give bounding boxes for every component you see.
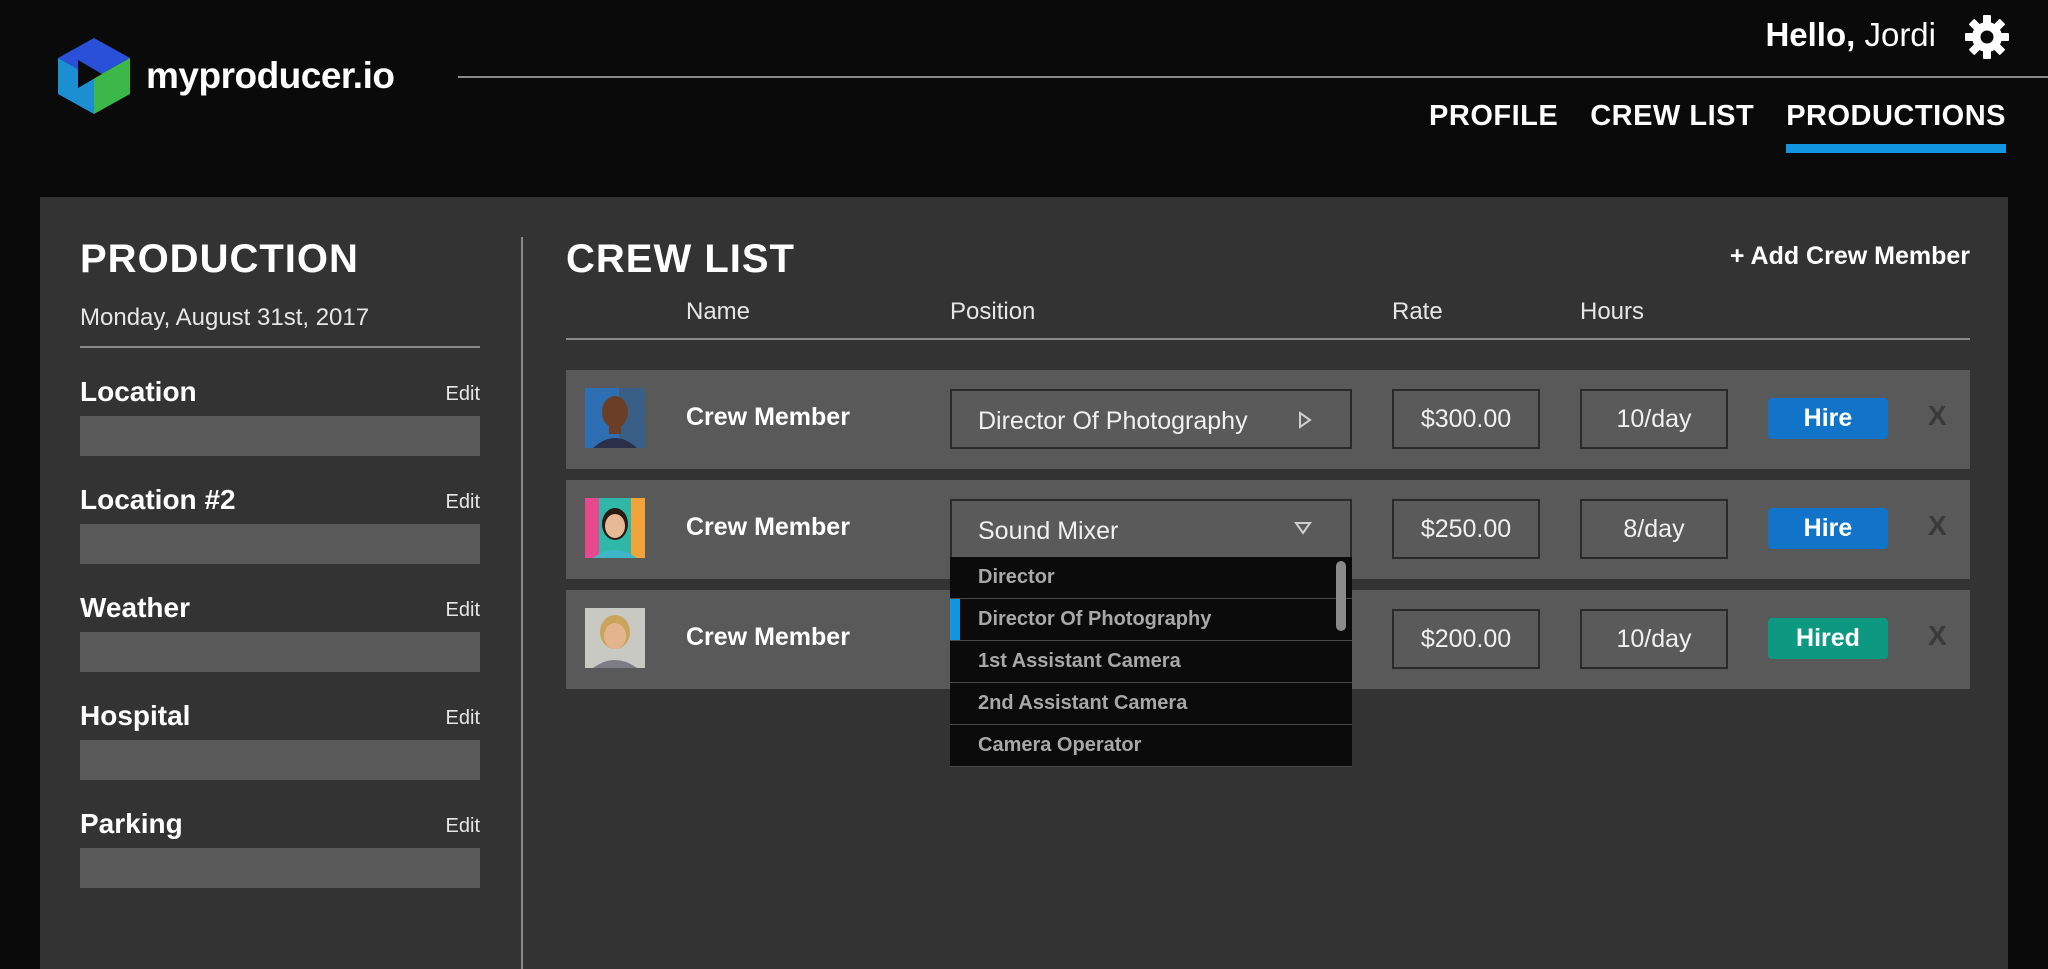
nav-crew-list[interactable]: CREW LIST (1590, 100, 1754, 143)
remove-button[interactable]: X (1928, 620, 1947, 652)
edit-location-button[interactable]: Edit (446, 383, 480, 406)
edit-location-2-button[interactable]: Edit (446, 491, 480, 514)
field-label: Location #2 (80, 484, 236, 515)
avatar (585, 608, 645, 668)
avatar (585, 388, 645, 448)
crew-member-name: Crew Member (686, 403, 850, 431)
field-weather: Weather Edit (80, 592, 480, 672)
crew-member-name: Crew Member (686, 623, 850, 651)
crew-member-name: Crew Member (686, 513, 850, 541)
production-title: PRODUCTION (80, 237, 359, 281)
hours-input[interactable]: 10/day (1580, 389, 1728, 449)
greeting-hello: Hello, (1765, 16, 1856, 53)
edit-hospital-button[interactable]: Edit (446, 707, 480, 730)
field-hospital: Hospital Edit (80, 700, 480, 780)
hire-button[interactable]: Hire (1768, 398, 1888, 439)
logo[interactable]: myproducer.io (58, 38, 395, 114)
col-name: Name (686, 298, 751, 325)
col-hours: Hours (1580, 298, 1645, 325)
dropdown-option-director[interactable]: Director (950, 557, 1352, 599)
crew-table-header: Name Position Rate Hours (566, 298, 1970, 334)
dropdown-option-1st-assistant-camera[interactable]: 1st Assistant Camera (950, 641, 1352, 683)
nav-profile[interactable]: PROFILE (1429, 100, 1558, 143)
dropdown-option-2nd-assistant-camera[interactable]: 2nd Assistant Camera (950, 683, 1352, 725)
hours-input[interactable]: 8/day (1580, 499, 1728, 559)
gear-icon[interactable] (1964, 14, 2010, 60)
content-panel: PRODUCTION Monday, August 31st, 2017 Loc… (40, 197, 2008, 969)
field-location: Location Edit (80, 376, 480, 456)
parking-input[interactable] (80, 848, 480, 888)
location-2-input[interactable] (80, 524, 480, 564)
field-location-2: Location #2 Edit (80, 484, 480, 564)
remove-button[interactable]: X (1928, 510, 1947, 542)
header-divider (458, 76, 2048, 78)
remove-button[interactable]: X (1928, 400, 1947, 432)
user-greeting: Hello, Jordi (1765, 16, 1936, 54)
edit-parking-button[interactable]: Edit (446, 815, 480, 838)
dropdown-scrollbar[interactable] (1336, 561, 1346, 631)
position-dropdown: Director Director Of Photography 1st Ass… (950, 557, 1352, 767)
add-crew-member-button[interactable]: + Add Crew Member (1730, 242, 1970, 271)
weather-input[interactable] (80, 632, 480, 672)
rate-input[interactable]: $200.00 (1392, 609, 1540, 669)
table-row: Crew Member Director Of Photography $300… (566, 370, 1970, 469)
field-label: Location (80, 376, 197, 407)
avatar (585, 498, 645, 558)
field-label: Weather (80, 592, 190, 623)
dropdown-option-director-of-photography[interactable]: Director Of Photography (950, 599, 1352, 641)
hire-button[interactable]: Hire (1768, 508, 1888, 549)
sidebar-divider (80, 346, 480, 348)
rate-input[interactable]: $300.00 (1392, 389, 1540, 449)
position-value: Director Of Photography (978, 407, 1248, 435)
caret-right-icon (1299, 411, 1312, 429)
logo-text: myproducer.io (146, 55, 395, 96)
field-label: Parking (80, 808, 183, 839)
col-rate: Rate (1392, 298, 1443, 325)
logo-cube-icon (58, 38, 130, 114)
production-date: Monday, August 31st, 2017 (80, 304, 370, 331)
production-sidebar: PRODUCTION Monday, August 31st, 2017 Loc… (80, 237, 480, 888)
greeting-username: Jordi (1864, 16, 1936, 53)
location-input[interactable] (80, 416, 480, 456)
field-parking: Parking Edit (80, 808, 480, 888)
hired-button[interactable]: Hired (1768, 618, 1888, 659)
hospital-input[interactable] (80, 740, 480, 780)
hours-input[interactable]: 10/day (1580, 609, 1728, 669)
edit-weather-button[interactable]: Edit (446, 599, 480, 622)
field-label: Hospital (80, 700, 191, 731)
position-select[interactable]: Director Of Photography (950, 389, 1352, 449)
position-select[interactable]: Sound Mixer (950, 499, 1352, 559)
caret-down-icon (1294, 522, 1312, 535)
nav-productions[interactable]: PRODUCTIONS (1786, 100, 2006, 153)
rate-input[interactable]: $250.00 (1392, 499, 1540, 559)
table-divider (566, 338, 1970, 340)
panel-divider (521, 237, 523, 969)
dropdown-option-camera-operator[interactable]: Camera Operator (950, 725, 1352, 767)
col-position: Position (950, 298, 1036, 325)
position-value: Sound Mixer (978, 517, 1119, 545)
crew-list-section: CREW LIST + Add Crew Member Name Positio… (566, 237, 1970, 767)
main-nav: PROFILE CREW LIST PRODUCTIONS (1397, 100, 2006, 153)
